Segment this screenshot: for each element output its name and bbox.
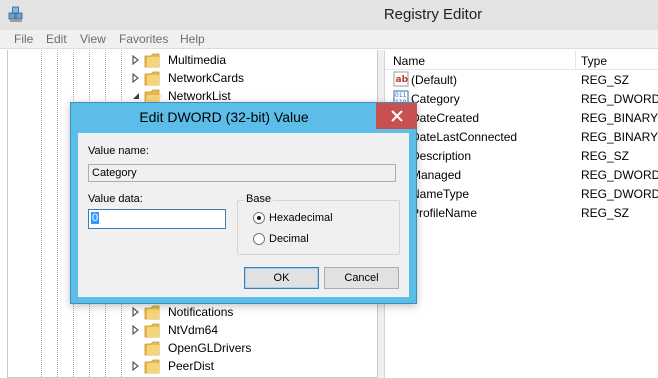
close-icon xyxy=(390,110,403,122)
value-data-text: 0 xyxy=(91,212,100,224)
menu-file[interactable]: File xyxy=(14,32,33,46)
list-header: Name Type xyxy=(385,50,658,70)
tree-item-opengldrivers[interactable]: OpenGLDrivers xyxy=(8,339,377,357)
dialog-body: Value name: Category Value data: 0 Base … xyxy=(78,133,409,297)
tree-item-label: NetworkList xyxy=(168,89,231,103)
tree-item-multimedia[interactable]: Multimedia xyxy=(8,51,377,69)
folder-icon xyxy=(144,341,160,356)
list-row[interactable]: 011110 DateLastConnected REG_BINARY xyxy=(385,127,658,146)
tree-item-ntvdm64[interactable]: NtVdm64 xyxy=(8,321,377,339)
list-row[interactable]: ab (Default) REG_SZ xyxy=(385,70,658,89)
menu-favorites[interactable]: Favorites xyxy=(119,32,168,46)
hexadecimal-radio[interactable] xyxy=(253,212,265,224)
decimal-radio[interactable] xyxy=(253,233,265,245)
window-title: Registry Editor xyxy=(383,6,483,23)
value-data-input[interactable]: 0 xyxy=(88,209,226,229)
tree-item-label: Multimedia xyxy=(168,53,227,67)
base-groupbox xyxy=(237,200,400,255)
hexadecimal-label[interactable]: Hexadecimal xyxy=(269,212,333,224)
list-row[interactable]: 011110 NameType REG_DWORD xyxy=(385,184,658,203)
values-list[interactable]: Name Type ab (Default) REG_SZ 011110 Cat… xyxy=(384,50,658,378)
value-name-label: Value name: xyxy=(88,145,149,157)
ok-button[interactable]: OK xyxy=(244,267,319,289)
menu-help[interactable]: Help xyxy=(180,32,205,46)
column-header-type[interactable]: Type xyxy=(581,54,607,68)
svg-text:011: 011 xyxy=(395,92,407,99)
tree-item-label: OpenGLDrivers xyxy=(168,341,252,355)
value-data-label: Value data: xyxy=(88,193,143,205)
list-row[interactable]: ab ProfileName REG_SZ xyxy=(385,203,658,222)
base-label: Base xyxy=(244,193,274,205)
edit-dword-dialog: Edit DWORD (32-bit) Value Value name: Ca… xyxy=(70,102,417,304)
column-separator[interactable] xyxy=(575,50,576,70)
title-bar: Registry Editor xyxy=(0,0,658,30)
string-value-icon: ab xyxy=(393,71,409,87)
menu-edit[interactable]: Edit xyxy=(46,32,67,46)
decimal-label[interactable]: Decimal xyxy=(269,233,309,245)
value-name-field: Category xyxy=(88,164,396,182)
tree-item-notifications[interactable]: Notifications xyxy=(8,303,377,321)
menu-view[interactable]: View xyxy=(80,32,106,46)
folder-icon xyxy=(144,359,160,374)
folder-icon xyxy=(144,71,160,86)
tree-item-label: NetworkCards xyxy=(168,71,245,85)
tree-item-label: NtVdm64 xyxy=(168,323,219,337)
folder-icon xyxy=(144,305,160,320)
list-row[interactable]: 011110 DateCreated REG_BINARY xyxy=(385,108,658,127)
cancel-button[interactable]: Cancel xyxy=(324,267,399,289)
menu-bar: File Edit View Favorites Help xyxy=(0,30,658,49)
collapse-arrow-icon[interactable] xyxy=(132,91,140,101)
expand-arrow-icon[interactable] xyxy=(132,307,140,317)
list-row[interactable]: ab Description REG_SZ xyxy=(385,146,658,165)
dialog-title: Edit DWORD (32-bit) Value xyxy=(139,109,309,125)
tree-item-label: PeerDist xyxy=(168,359,215,373)
folder-icon xyxy=(144,323,160,338)
expand-arrow-icon[interactable] xyxy=(132,361,140,371)
expand-arrow-icon[interactable] xyxy=(132,73,140,83)
expand-arrow-icon[interactable] xyxy=(132,325,140,335)
expand-arrow-icon[interactable] xyxy=(132,55,140,65)
tree-item-label: Notifications xyxy=(168,305,234,319)
close-button[interactable] xyxy=(376,103,417,129)
list-row[interactable]: 011110 Category REG_DWORD xyxy=(385,89,658,108)
list-row[interactable]: 011110 Managed REG_DWORD xyxy=(385,165,658,184)
folder-icon xyxy=(144,53,160,68)
column-header-name[interactable]: Name xyxy=(393,54,425,68)
tree-item-networkcards[interactable]: NetworkCards xyxy=(8,69,377,87)
svg-text:ab: ab xyxy=(396,75,409,85)
tree-item-peerdist[interactable]: PeerDist xyxy=(8,357,377,375)
